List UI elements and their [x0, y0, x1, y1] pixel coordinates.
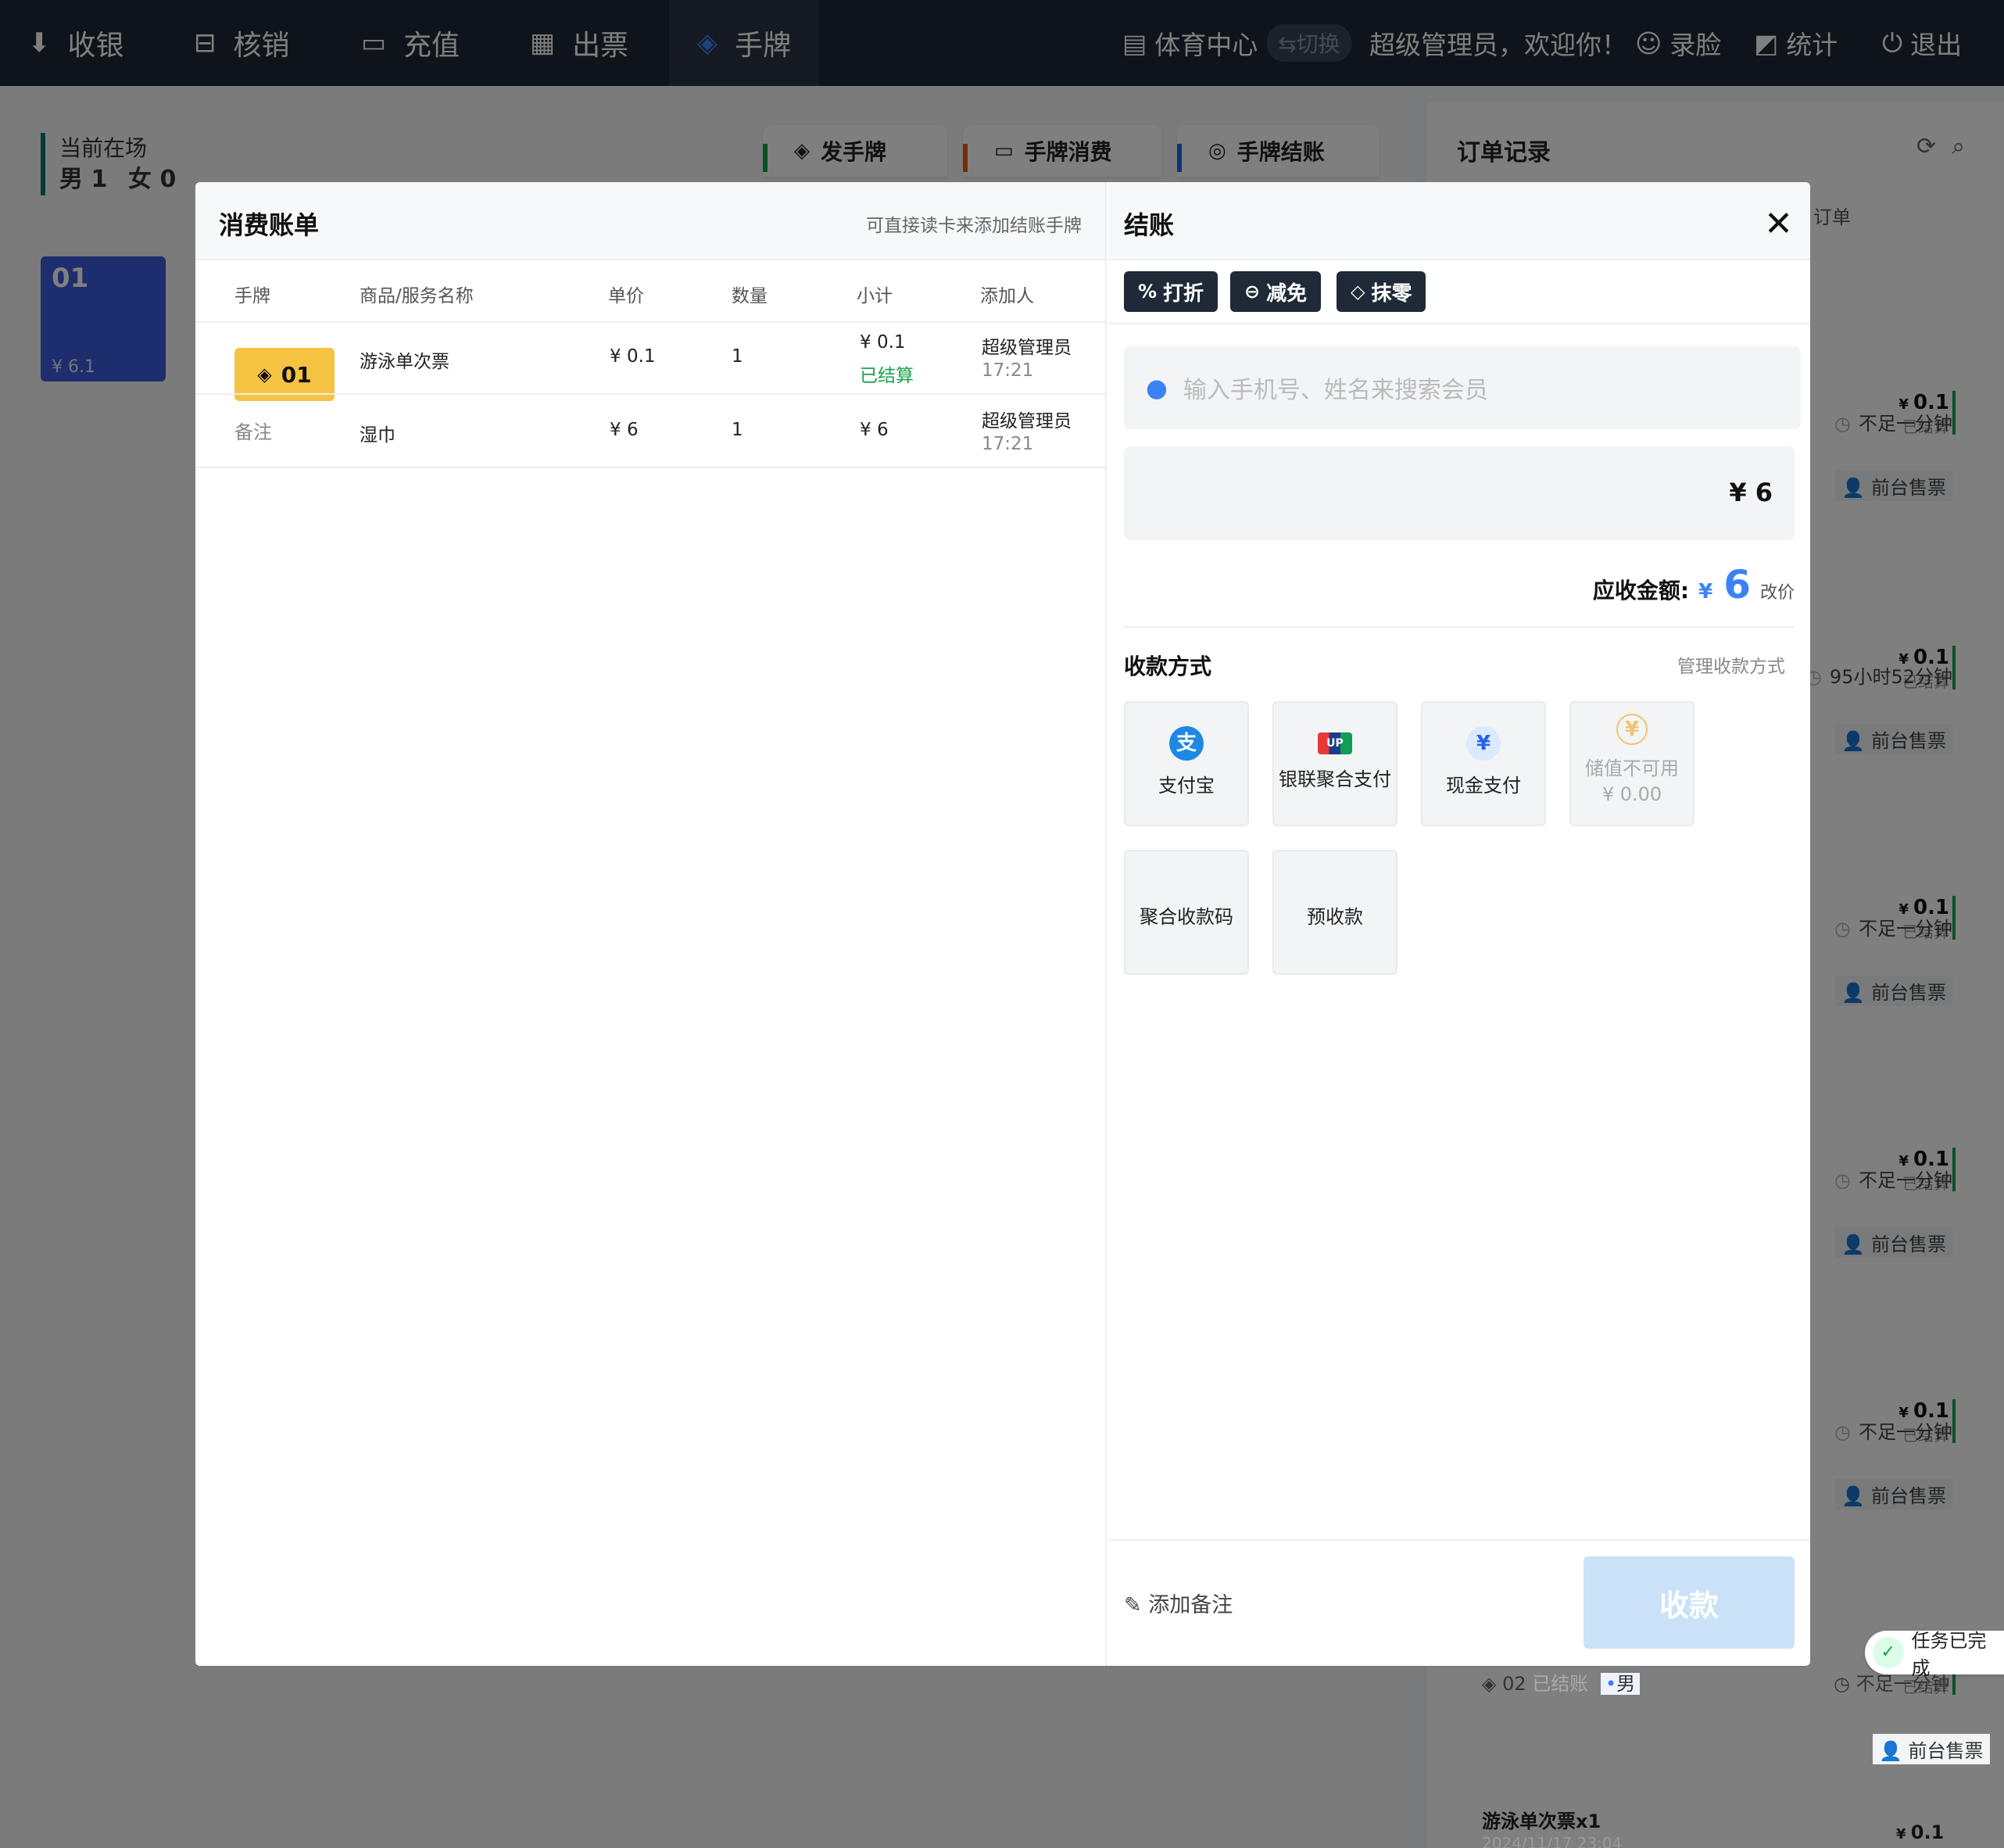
manage-payment-methods-link[interactable]: 管理收款方式 [1677, 651, 1785, 678]
waive-button[interactable]: ⊖ 减免 [1230, 271, 1322, 312]
col-price: 单价 [608, 286, 644, 306]
bill-title: 消费账单 [219, 210, 320, 240]
item-added-by: 超级管理员 [982, 338, 1072, 358]
discount-label: 打折 [1163, 281, 1204, 306]
divider [1124, 626, 1795, 628]
edit-icon: ✎ [1124, 1593, 1142, 1617]
item-qty: 1 [732, 420, 743, 440]
col-qty: 数量 [732, 286, 768, 306]
item-subtotal: ¥ 6 [860, 420, 889, 440]
eraser-icon: ◇ [1351, 281, 1365, 303]
user-icon: ● [1146, 373, 1168, 403]
pay-alipay[interactable]: 支 支付宝 [1124, 701, 1249, 826]
item-subtotal: ¥ 0.1 [860, 332, 906, 353]
amount-due: 应收金额: ¥ 6 改价 [1593, 562, 1795, 607]
col-name: 商品/服务名称 [360, 286, 474, 306]
col-subtotal: 小计 [857, 286, 893, 306]
round-off-button[interactable]: ◇ 抹零 [1337, 271, 1426, 312]
minus-circle-icon: ⊖ [1244, 281, 1261, 303]
pay-unionpay-label: 银联聚合支付 [1279, 768, 1391, 790]
order-bottom-item: 游泳单次票x1 [1482, 1810, 1601, 1832]
tag-icon: ◈ [1482, 1673, 1497, 1695]
order-tag-line: ◈ 02 已结账 •男 [1482, 1668, 1641, 1696]
divider [1108, 323, 1810, 324]
amount-value: ¥ 6 [1729, 478, 1773, 507]
cash-icon: ¥ [1466, 726, 1501, 761]
pay-cash-label: 现金支付 [1446, 775, 1521, 797]
item-name: 游泳单次票 [360, 352, 449, 372]
bill-header: 消费账单 可直接读卡来添加结账手牌 [195, 182, 1105, 260]
checkout-footer: ✎ 添加备注 收款 [1108, 1539, 1810, 1666]
change-price-link[interactable]: 改价 [1760, 578, 1795, 603]
bill-table-header: 手牌 商品/服务名称 单价 数量 小计 添加人 [195, 260, 1107, 323]
collect-payment-button[interactable]: 收款 [1584, 1556, 1795, 1649]
pay-stored-value-balance: ¥ 0.00 [1601, 783, 1662, 805]
table-row: 游泳单次票 ¥ 0.1 1 ¥ 0.1 已结算 超级管理员 17:21 [195, 323, 1107, 395]
payment-methods-title: 收款方式 [1124, 654, 1212, 679]
close-icon[interactable]: ✕ [1764, 204, 1793, 244]
alipay-icon: 支 [1169, 726, 1204, 761]
amount-due-label: 应收金额: [1592, 578, 1690, 603]
pay-alipay-label: 支付宝 [1158, 775, 1215, 797]
percent-icon: % [1138, 281, 1158, 303]
item-time: 17:21 [982, 434, 1034, 454]
order-bottom-operator: 👤 前台售票 [1873, 1734, 1990, 1764]
add-note-label: 添加备注 [1148, 1593, 1233, 1617]
checkout-panel: 结账 ✕ % 打折 ⊖ 减免 ◇ 抹零 ● 输入手机号、姓名来搜索会员 ¥ 6 应收金… [1108, 182, 1810, 1666]
discount-button[interactable]: % 打折 [1124, 271, 1219, 312]
clock-icon: ◷ [1834, 1673, 1850, 1695]
waive-label: 减免 [1266, 281, 1308, 306]
order-tag-status: 已结账 [1532, 1673, 1589, 1695]
pay-stored-value-label: 储值不可用 [1585, 757, 1679, 779]
check-clipboard-icon: ✓ [1873, 1637, 1904, 1668]
item-added-by: 超级管理员 [982, 411, 1072, 432]
pay-aggregate-qr-label: 聚合收款码 [1140, 906, 1233, 928]
checkout-modal: 消费账单 可直接读卡来添加结账手牌 手牌 商品/服务名称 单价 数量 小计 添加… [195, 182, 1810, 1666]
item-price: ¥ 6 [610, 420, 639, 440]
order-tag-number: 02 [1502, 1673, 1526, 1695]
col-added-by: 添加人 [980, 286, 1034, 306]
unionpay-icon: UP [1318, 732, 1352, 754]
pay-aggregate-qr[interactable]: 聚合收款码 [1124, 850, 1249, 975]
table-row: 湿巾 ¥ 6 1 ¥ 6 超级管理员 17:21 [195, 396, 1107, 468]
task-done-toast[interactable]: ✓ 任务已完成 [1865, 1630, 2004, 1679]
item-name: 湿巾 [360, 425, 395, 446]
task-done-label: 任务已完成 [1911, 1630, 1987, 1679]
item-price: ¥ 0.1 [610, 346, 656, 367]
member-search-placeholder: 输入手机号、姓名来搜索会员 [1183, 377, 1488, 404]
item-time: 17:21 [982, 360, 1034, 381]
stored-value-icon: ¥ [1616, 714, 1648, 745]
order-gender: 男 [1616, 1673, 1636, 1695]
user-icon: 👤 [1879, 1740, 1902, 1762]
checkout-header: 结账 ✕ [1108, 182, 1810, 260]
pay-cash[interactable]: ¥ 现金支付 [1421, 701, 1546, 826]
order-bottom-price: ¥ 0.1 [1896, 1821, 1945, 1843]
add-note-button[interactable]: ✎ 添加备注 [1124, 1588, 1233, 1618]
item-qty: 1 [732, 346, 743, 367]
pay-prepaid-label: 预收款 [1307, 906, 1363, 928]
order-bottom-date: 2024/11/17 23:04 [1482, 1834, 1623, 1848]
pay-stored-value: ¥ 储值不可用 ¥ 0.00 [1569, 701, 1694, 826]
round-off-label: 抹零 [1371, 281, 1412, 306]
member-search-input[interactable]: ● 输入手机号、姓名来搜索会员 [1124, 346, 1801, 429]
bill-hint: 可直接读卡来添加结账手牌 [866, 216, 1082, 236]
bill-panel: 消费账单 可直接读卡来添加结账手牌 手牌 商品/服务名称 单价 数量 小计 添加… [195, 182, 1107, 1666]
amount-due-currency: ¥ [1698, 580, 1713, 603]
pay-unionpay[interactable]: UP 银联聚合支付 [1272, 701, 1397, 826]
order-bottom-operator-text: 前台售票 [1908, 1740, 1984, 1762]
checkout-title: 结账 [1124, 210, 1175, 240]
col-tag: 手牌 [234, 286, 270, 306]
amount-due-value: 6 [1723, 562, 1751, 607]
item-subtotal-status: 已结算 [860, 366, 914, 386]
pay-prepaid[interactable]: 预收款 [1272, 850, 1397, 975]
amount-field[interactable]: ¥ 6 [1124, 446, 1795, 540]
